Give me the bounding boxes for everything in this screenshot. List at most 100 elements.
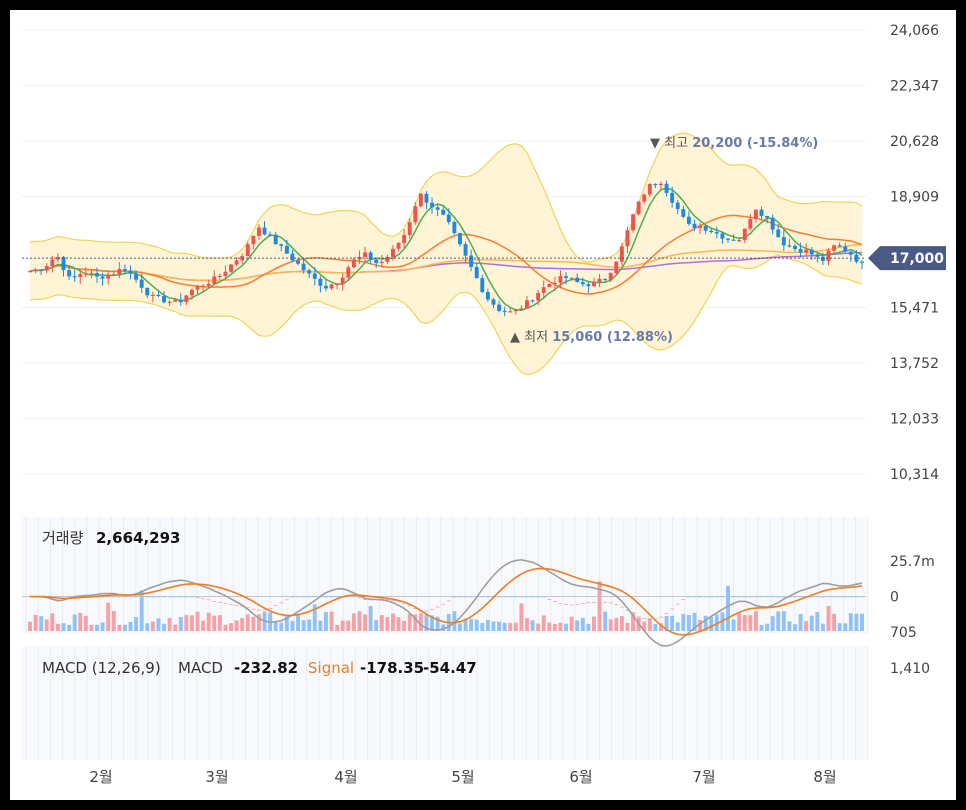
candle-body [307, 270, 312, 274]
volume-bar [329, 611, 334, 631]
volume-bar [296, 613, 300, 631]
volume-bar [625, 622, 630, 631]
macd-hist-bar [139, 596, 144, 598]
volume-bar [189, 615, 194, 631]
volume-bar [279, 622, 284, 631]
candle-body [268, 234, 273, 236]
candle-body [530, 300, 535, 302]
volume-bar [229, 623, 233, 631]
volume-bar [72, 614, 77, 631]
macd-hist-bar [189, 596, 194, 598]
stock-chart[interactable]: 24,066 22,347 20,628 18,909 15,471 13,752 12,0… [10, 10, 956, 800]
macd-hist-bar [229, 604, 233, 605]
candle-body [843, 246, 848, 252]
candle-body [552, 282, 557, 285]
macd-hist-bar [592, 602, 596, 603]
volume-bar [614, 617, 619, 631]
macd-hist-bar [430, 608, 434, 610]
volume-bar [335, 624, 340, 631]
candle-body [206, 283, 211, 286]
macd-hist-bar [781, 596, 786, 598]
volume-bar [351, 613, 356, 631]
volume-bar [206, 612, 211, 631]
candle-body [686, 216, 691, 224]
macd-hist-bar [742, 596, 747, 598]
macd-hist-bar [513, 596, 518, 598]
macd-hist-bar [647, 619, 652, 620]
macd-hist-bar [525, 596, 529, 598]
macd-hist-bar [212, 601, 217, 602]
macd-hist-bar [145, 596, 150, 598]
macd-hist-bar [335, 596, 340, 598]
volume-bar [111, 611, 116, 631]
macd-hist-bar [284, 599, 289, 601]
candle-body [647, 183, 652, 195]
candle-body [491, 299, 496, 305]
candle-body [748, 218, 753, 229]
candle-body [167, 301, 172, 303]
macd-hist-bar [748, 596, 753, 598]
volume-bar [418, 613, 423, 631]
candle-body [128, 270, 133, 274]
signal-value: -178.35 [360, 659, 424, 677]
volume-bar [156, 618, 161, 631]
candle-body [323, 285, 328, 289]
candle-body [61, 256, 66, 271]
macd-hist-bar [659, 616, 663, 618]
macd-hist-bar [329, 596, 334, 598]
price-axis-tick: 12,033 [890, 412, 939, 428]
macd-hist-bar [458, 596, 462, 598]
volume-bar [217, 615, 222, 631]
volume-bar [552, 624, 557, 631]
candle-body [67, 270, 72, 277]
candle-body [631, 214, 636, 231]
price-axis-tick: 20,628 [890, 134, 939, 150]
volume-current: 2,664,293 [96, 529, 180, 547]
candle-body [396, 242, 401, 249]
volume-bar [731, 619, 736, 631]
macd-axis-tick: 705 [890, 625, 917, 641]
macd-hist-bar [497, 596, 502, 598]
macd-hist-bar [820, 596, 825, 598]
macd-hist-bar [698, 596, 703, 598]
macd-hist-bar [826, 596, 831, 598]
volume-bar [647, 618, 652, 631]
candle-body [832, 245, 837, 251]
low-annotation: ▲ 최저 15,060 (12.88%) [510, 330, 673, 345]
volume-bar [854, 613, 859, 631]
macd-hist-bar [642, 618, 647, 619]
volume-bar [502, 622, 507, 631]
macd-hist-bar [664, 613, 669, 614]
volume-bar [820, 623, 825, 631]
candle-body [50, 259, 55, 267]
candle-body [759, 209, 764, 216]
month-label: 5월 [451, 768, 474, 786]
candle-body [826, 250, 831, 261]
macd-hist-bar [441, 603, 446, 605]
volume-bar [653, 624, 658, 631]
candle-body [100, 276, 105, 279]
candle-body [111, 274, 116, 276]
macd-hist-bar [307, 596, 312, 598]
macd-hist-bar [195, 597, 200, 598]
candle-body [106, 274, 111, 279]
month-label: 8월 [813, 768, 836, 786]
macd-hist-bar [837, 596, 842, 598]
volume-bar [407, 613, 412, 631]
volume-bar [675, 622, 680, 631]
candle-body [402, 234, 407, 243]
candle-body [139, 279, 144, 288]
candle-body [804, 249, 809, 253]
candle-body [223, 271, 228, 276]
month-label: 7월 [692, 768, 715, 786]
volume-bar [815, 612, 820, 631]
candle-body [217, 275, 222, 278]
volume-bar [44, 619, 49, 631]
volume-bar [173, 624, 178, 631]
price-axis-tick: 13,752 [890, 356, 939, 372]
candle-body [720, 233, 725, 239]
candle-body [156, 294, 161, 297]
macd-hist-bar [614, 604, 619, 605]
candle-body [234, 260, 239, 265]
volume-bar [83, 615, 88, 631]
